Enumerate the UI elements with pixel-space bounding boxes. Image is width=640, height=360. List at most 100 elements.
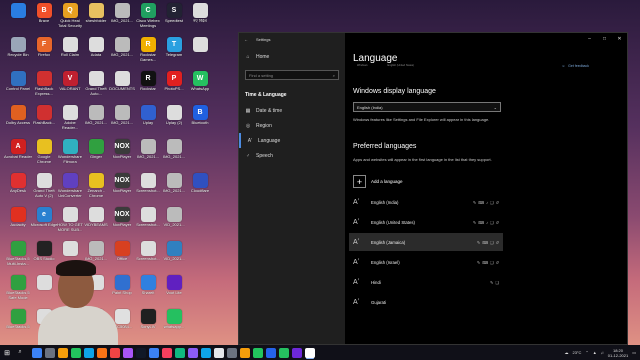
desktop-icon[interactable]: FlashBack...	[30, 105, 58, 137]
desktop-icon[interactable]: Uplay	[134, 105, 162, 137]
taskbar-app-icon[interactable]	[96, 347, 107, 358]
desktop-icon[interactable]: NOX NoxPlayer	[108, 139, 136, 171]
desktop-icon[interactable]: sheshfolder	[82, 3, 110, 35]
display-language-dropdown[interactable]: English (India) ⌄	[353, 102, 501, 112]
network-icon[interactable]: ▲	[593, 350, 597, 355]
desktop-icon[interactable]: NOX NoxPlayer	[108, 207, 136, 239]
desktop-icon[interactable]: Q Quick Heal Total Security	[56, 3, 84, 35]
desktop-icon[interactable]: C Cisco Webex Meetings	[134, 3, 162, 35]
desktop-icon[interactable]: V VALORANT	[56, 71, 84, 103]
language-list-item[interactable]: Aʼ English (Israel) ✎ ⌨ ❑ ↺	[349, 253, 503, 271]
taskbar-app-icon[interactable]	[304, 347, 315, 358]
desktop-icon[interactable]: IMG_2021...	[82, 105, 110, 137]
desktop-icon[interactable]: IMG_2021...	[108, 105, 136, 137]
desktop-icon[interactable]: Control Panel	[4, 71, 32, 103]
desktop-icon[interactable]: IMG_2021...	[160, 173, 188, 205]
desktop-icon[interactable]: F Firefox	[30, 37, 58, 69]
taskbar-app-icon[interactable]	[252, 347, 263, 358]
desktop-icon[interactable]: Uplay (2)	[160, 105, 188, 137]
desktop-icon[interactable]: Dolby Access	[4, 105, 32, 137]
weather-icon[interactable]: ☁	[564, 350, 568, 355]
desktop-icon[interactable]	[186, 37, 214, 69]
desktop-icon[interactable]: Recycle Bin	[4, 37, 32, 69]
sidebar-item-language[interactable]: Aʼ Language	[239, 133, 345, 148]
back-arrow-icon[interactable]: ←	[244, 37, 248, 42]
desktop-icon[interactable]: NOX NoxPlayer	[108, 173, 136, 205]
language-list-item[interactable]: Aʼ Gujarati	[349, 293, 503, 311]
desktop-icon[interactable]: Adobe Reader...	[56, 105, 84, 137]
volume-icon[interactable]: ♫	[601, 350, 604, 355]
taskbar-app-icon[interactable]	[200, 347, 211, 358]
clock[interactable]: 18:20 01-12-2021	[608, 348, 628, 358]
taskbar-app-icon[interactable]	[187, 347, 198, 358]
taskbar-app-icon[interactable]	[135, 347, 146, 358]
taskbar-app-icon[interactable]	[239, 347, 250, 358]
desktop-icon[interactable]: Adata	[82, 37, 110, 69]
search-input[interactable]: Find a setting ⌕	[245, 70, 339, 80]
sidebar-item-home[interactable]: ⌂ Home	[239, 49, 345, 64]
desktop-icon[interactable]: R Rockstar	[134, 71, 162, 103]
sidebar-item-speech[interactable]: ♂ Speech	[239, 148, 345, 163]
language-list-item[interactable]: Aʼ English (India) ✎ ⌨ ♪ ❑ ↺	[349, 193, 503, 211]
desktop-icon[interactable]: Zenarch - Chrome	[82, 173, 110, 205]
desktop-icon[interactable]: W WhatsApp	[186, 71, 214, 103]
desktop-icon[interactable]: Grand Theft Auto...	[82, 71, 110, 103]
desktop-icon[interactable]: S Speedtest	[160, 3, 188, 35]
desktop-icon[interactable]: Google Chrome	[30, 139, 58, 171]
desktop-icon[interactable]: B Bluetooth	[186, 105, 214, 137]
taskbar-app-icon[interactable]	[174, 347, 185, 358]
desktop-icon[interactable]: VID_2021...	[160, 241, 188, 273]
desktop-icon[interactable]: A Acrobat Reader	[4, 139, 32, 171]
taskbar-app-icon[interactable]	[148, 347, 159, 358]
taskbar-app-icon[interactable]	[291, 347, 302, 358]
desktop-icon[interactable]: Screenshot...	[134, 207, 162, 239]
desktop-icon[interactable]: whatsapp...	[160, 309, 188, 341]
desktop-icon[interactable]: IMG_2021...	[108, 3, 136, 35]
desktop-icon[interactable]: नए निर्देश	[186, 3, 214, 35]
minimize-button[interactable]: –	[582, 33, 597, 45]
desktop-icon[interactable]: B Brave	[30, 3, 58, 35]
taskbar-app-icon[interactable]	[278, 347, 289, 358]
desktop-icon[interactable]: FlashBack Express...	[30, 71, 58, 103]
desktop-icon[interactable]: SonyLIV	[134, 309, 162, 341]
desktop-icon[interactable]: Voot Lite	[160, 275, 188, 307]
taskbar-search-icon[interactable]: ⌕	[14, 345, 26, 360]
desktop-icon[interactable]: Screenshot...	[134, 173, 162, 205]
desktop-icon[interactable]: IMG_2021...	[134, 139, 162, 171]
desktop-icon[interactable]: AnyDesk	[4, 173, 32, 205]
taskbar-app-icon[interactable]	[213, 347, 224, 358]
close-button[interactable]: ✕	[612, 33, 627, 45]
taskbar-app-icon[interactable]	[70, 347, 81, 358]
taskbar-app-icon[interactable]	[226, 347, 237, 358]
language-list-item[interactable]: Aʼ English (Jamaica) ✎ ⌨ ❑ ↺	[349, 233, 503, 251]
desktop-icon[interactable]: DOCUMENTS	[108, 71, 136, 103]
desktop-icon[interactable]: Wondershare Filmora	[56, 139, 84, 171]
taskbar-app-icon[interactable]	[57, 347, 68, 358]
sidebar-item-date-time[interactable]: ▦ Date & time	[239, 103, 345, 118]
desktop-icon[interactable]: Grand Theft Auto V (2)	[30, 173, 58, 205]
desktop-icon[interactable]: HOW TO GET MORE SUB...	[56, 207, 84, 239]
desktop-icon[interactable]: e Microsoft Edge	[30, 207, 58, 239]
taskbar-app-icon[interactable]	[44, 347, 55, 358]
desktop-icon[interactable]: P PhotoPS...	[160, 71, 188, 103]
taskbar-app-icon[interactable]	[122, 347, 133, 358]
desktop-icon[interactable]: IMG_2021...	[108, 37, 136, 69]
language-list-item[interactable]: Aʼ English (United States) ✎ ⌨ ♪ ❑ ↺	[349, 213, 503, 231]
language-list-item[interactable]: Aʼ Hindi ✎ ❑	[349, 273, 503, 291]
chevron-up-icon[interactable]: ⌃	[585, 350, 588, 355]
desktop-icon[interactable]: Audacity	[4, 207, 32, 239]
sidebar-item-region[interactable]: ◎ Region	[239, 118, 345, 133]
taskbar-app-icon[interactable]	[265, 347, 276, 358]
desktop-icon[interactable]: R Rockstar Games...	[134, 37, 162, 69]
desktop-icon[interactable]: Shareit	[134, 275, 162, 307]
desktop-icon[interactable]: T Telegram	[160, 37, 188, 69]
feedback-link[interactable]: ☺ Get feedback	[562, 64, 589, 68]
notification-icon[interactable]: ▭	[632, 350, 636, 355]
taskbar-app-icon[interactable]	[109, 347, 120, 358]
desktop-icon[interactable]: Wondershare UniConverter	[56, 173, 84, 205]
desktop-icon[interactable]: Screenshot...	[134, 241, 162, 273]
desktop-icon[interactable]: IMG_2021...	[160, 139, 188, 171]
desktop-icon[interactable]: Ginger	[82, 139, 110, 171]
taskbar-app-icon[interactable]	[83, 347, 94, 358]
taskbar-app-icon[interactable]	[31, 347, 42, 358]
